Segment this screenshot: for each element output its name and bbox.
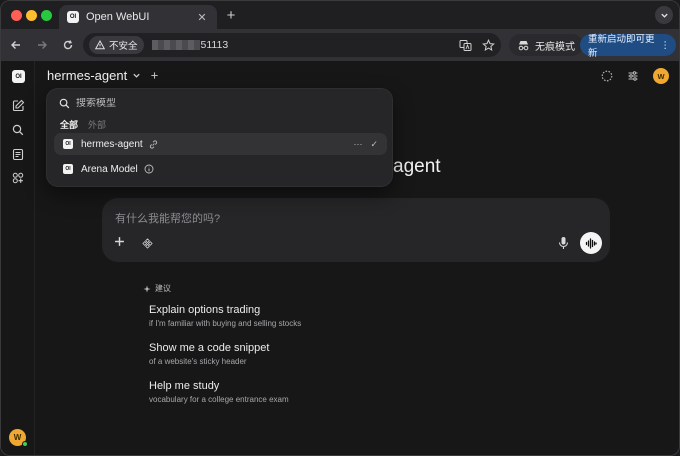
incognito-label: 无痕模式 [535,41,575,53]
chevron-down-icon[interactable] [132,71,141,80]
address-bar-actions [459,38,495,52]
warning-icon [95,40,105,50]
browser-toolbar: 不安全 51113 无痕模式 重新启动即可更新 ⋮ [1,29,679,61]
kebab-menu-icon[interactable]: ⋮ [661,40,671,51]
search-icon [59,98,70,109]
chat-input-container: 有什么我能帮您的吗? [102,198,610,262]
temporary-chat-icon[interactable] [601,70,613,82]
suggestion-item[interactable]: Help me study vocabulary for a college e… [149,380,289,404]
browser-tab-open-webui[interactable]: OI Open WebUI ✕ [59,5,217,29]
suggestion-subtitle: if I'm familiar with buying and selling … [149,319,302,328]
sparkle-icon [143,285,151,292]
model-option-label: Arena Model [81,163,138,175]
browser-window: OI Open WebUI ✕ + 不安全 51113 无痕模式 重新启动即可更… [0,0,680,456]
add-model-icon[interactable] [150,71,159,80]
search-chats-button[interactable] [11,123,25,137]
close-window-button[interactable] [11,10,22,21]
url-text: 51113 [200,39,229,51]
controls-sliders-icon[interactable] [627,70,639,82]
chat-input[interactable]: 有什么我能帮您的吗? [115,210,220,226]
notes-icon [12,148,24,160]
chevron-down-icon [660,13,668,18]
reload-button[interactable] [57,34,79,56]
back-button[interactable] [5,34,27,56]
sidebar-rail: OI W [1,61,35,455]
forward-button[interactable] [31,34,53,56]
open-webui-app: OI W hermes-agent W agent 有什么我能帮您的吗? 建议 … [1,61,679,455]
suggestion-item[interactable]: Show me a code snippet of a website's st… [149,342,269,366]
suggestions-header: 建议 [143,283,171,294]
model-search-input[interactable] [76,98,276,109]
tab-close-icon[interactable]: ✕ [195,11,209,24]
suggestion-subtitle: of a website's sticky header [149,357,247,366]
model-dropdown: 全部 外部 OI hermes-agent ··· ✓ OI Arena Mod… [46,88,393,187]
update-label: 重新启动即可更新 [588,34,655,59]
notes-button[interactable] [11,147,25,161]
maximize-window-button[interactable] [41,10,52,21]
tools-icon[interactable] [142,238,153,249]
tab-strip: OI Open WebUI ✕ + [1,1,679,29]
voice-mode-button[interactable] [580,232,602,254]
incognito-icon [518,40,529,50]
link-icon[interactable] [149,139,158,149]
suggestion-title: Explain options trading [149,304,261,316]
add-attachment-icon[interactable] [114,236,125,247]
openwebui-logo-icon[interactable]: OI [12,70,25,83]
redacted-host [151,40,200,50]
model-selector[interactable]: hermes-agent [47,68,159,83]
model-title: agent [393,156,441,177]
model-option-arena-model[interactable]: OI Arena Model [54,158,387,180]
address-bar[interactable]: 不安全 51113 [83,33,501,57]
arrow-right-icon [38,41,47,49]
openwebui-favicon-icon: OI [67,11,79,23]
search-icon [12,124,24,136]
translate-icon[interactable] [459,39,472,52]
grid-icon [12,172,24,184]
suggestion-title: Help me study [149,380,220,392]
edit-icon [12,99,24,111]
relaunch-to-update-button[interactable]: 重新启动即可更新 ⋮ [580,34,676,59]
suggestion-item[interactable]: Explain options trading if I'm familiar … [149,304,301,328]
new-chat-button[interactable] [11,98,25,112]
model-search [59,98,276,109]
model-option-hermes-agent[interactable]: OI hermes-agent ··· ✓ [54,133,387,155]
tab-search-button[interactable] [655,6,673,24]
reload-icon [63,40,73,50]
waveform-icon [585,237,597,249]
model-logo-icon: OI [63,164,73,174]
user-avatar-header[interactable]: W [653,68,669,84]
site-info-chip[interactable]: 不安全 [89,36,144,54]
incognito-indicator[interactable]: 无痕模式 [509,34,583,56]
model-option-actions: ··· ✓ [353,139,378,150]
selected-model-name[interactable]: hermes-agent [47,68,127,83]
more-options-icon[interactable]: ··· [353,139,362,149]
info-icon[interactable] [144,164,154,174]
suggestion-subtitle: vocabulary for a college entrance exam [149,395,289,404]
insecure-label: 不安全 [109,41,138,52]
model-filter-tabs: 全部 外部 [60,118,106,131]
suggestions-label: 建议 [155,284,171,293]
online-status-dot [22,441,28,447]
suggestion-title: Show me a code snippet [149,342,270,354]
header-actions: W [601,68,669,84]
model-option-label: hermes-agent [81,138,143,150]
tab-all[interactable]: 全部 [60,118,78,131]
bookmark-star-icon[interactable] [482,38,495,52]
checkmark-icon: ✓ [370,138,378,149]
workspace-button[interactable] [11,171,25,185]
microphone-icon[interactable] [558,236,569,250]
tab-external[interactable]: 外部 [88,118,106,131]
model-logo-icon: OI [63,139,73,149]
arrow-left-icon [11,41,20,49]
new-tab-button[interactable]: + [223,7,239,24]
minimize-window-button[interactable] [26,10,37,21]
tab-title: Open WebUI [86,11,150,23]
